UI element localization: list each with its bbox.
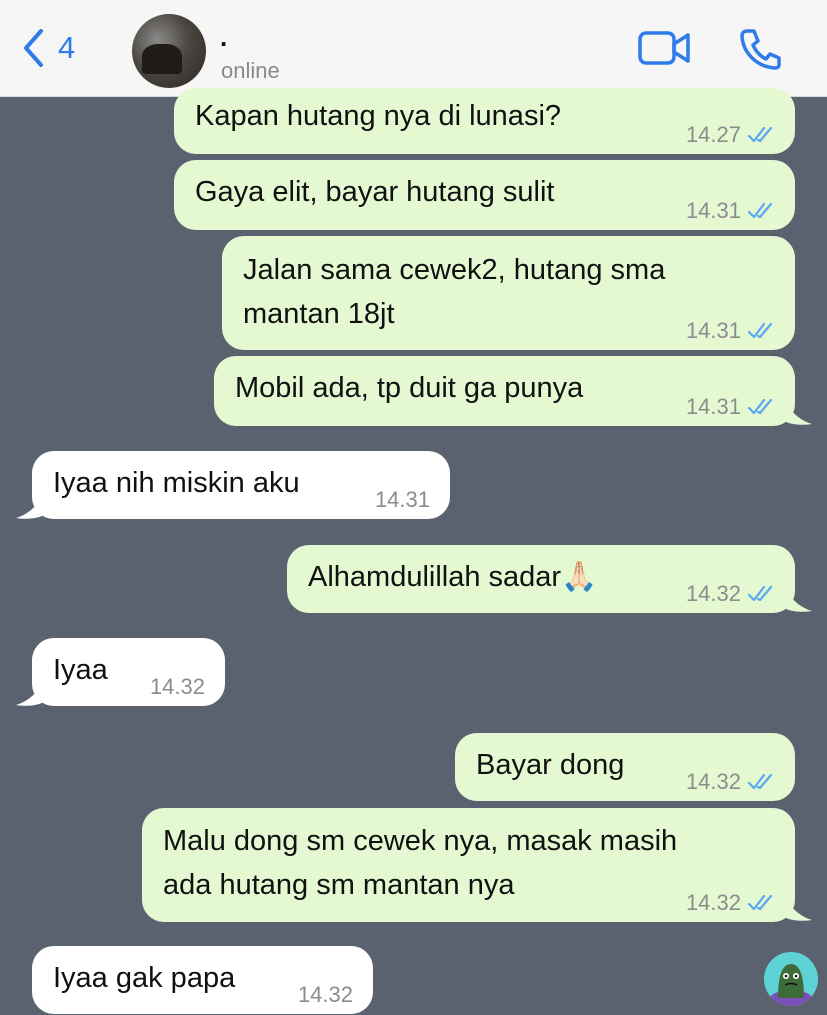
message-text: Alhamdulillah sadar🙏🏻 [308,561,598,593]
contact-name[interactable]: . [220,22,227,53]
message-bubble-outgoing[interactable]: Mobil ada, tp duit ga punya 14.31 [214,356,795,426]
message-meta: 14.27 [686,124,777,146]
message-meta: 14.32 [686,892,777,914]
message-text: Iyaa gak papa [53,962,236,994]
message-text: Mobil ada, tp duit ga punya [235,372,584,404]
message-time: 14.32 [149,674,205,699]
message-meta: 14.32 [150,676,205,698]
message-time: 14.32 [685,581,741,606]
message-text-line-2: ada hutang sm mantan nya [163,869,515,901]
back-chevron-icon [24,29,43,67]
message-meta: 14.32 [298,984,353,1006]
message-meta: 14.31 [686,200,777,222]
message-text-line-1: Jalan sama cewek2, hutang sma [243,254,666,286]
message-text: Iyaa nih miskin aku [53,467,300,499]
message-time: 14.32 [297,982,353,1007]
double-check-icon [747,773,773,790]
message-text-line-1: Malu dong sm cewek nya, masak masih [163,825,678,857]
message-bubble-outgoing[interactable]: Bayar dong 14.32 [455,733,795,801]
message-text: Iyaa [53,654,108,686]
message-time: 14.31 [374,487,430,512]
bubble-tail [16,484,48,519]
sticker-icon [764,952,818,1006]
message-bubble-incoming[interactable]: Iyaa 14.32 [32,638,225,706]
bubble-tail [16,671,48,706]
double-check-icon [747,322,773,339]
message-text: Kapan hutang nya di lunasi? [195,100,562,132]
message-time: 14.31 [685,198,741,223]
message-bubble-outgoing[interactable]: Alhamdulillah sadar🙏🏻 14.32 [287,545,795,613]
message-bubble-incoming[interactable]: Iyaa gak papa 14.32 [32,946,373,1014]
video-call-button[interactable] [638,30,690,71]
message-time: 14.27 [685,122,741,147]
bubble-tail [780,390,812,425]
message-text: Bayar dong [476,749,625,781]
back-button[interactable]: 4 [22,28,75,68]
unread-count: 4 [58,30,76,65]
contact-status: online [221,58,280,83]
avatar[interactable] [132,14,206,88]
message-bubble-incoming[interactable]: Iyaa nih miskin aku 14.31 [32,451,450,519]
video-call-icon [638,31,690,65]
message-text: Gaya elit, bayar hutang sulit [195,176,555,208]
bubble-tail [780,886,812,921]
double-check-icon [747,585,773,602]
message-time: 14.32 [685,890,741,915]
message-bubble-outgoing[interactable]: Jalan sama cewek2, hutang sma mantan 18j… [222,236,795,350]
message-time: 14.32 [685,769,741,794]
voice-call-button[interactable] [738,28,782,75]
message-time: 14.31 [685,318,741,343]
message-meta: 14.31 [686,320,777,342]
double-check-icon [747,202,773,219]
message-meta: 14.32 [686,771,777,793]
message-bubble-outgoing[interactable]: Malu dong sm cewek nya, masak masih ada … [142,808,795,922]
message-meta: 14.31 [686,396,777,418]
double-check-icon [747,894,773,911]
message-meta: 14.31 [375,489,430,511]
double-check-icon [747,126,773,143]
double-check-icon [747,398,773,415]
message-meta: 14.32 [686,583,777,605]
message-bubble-outgoing[interactable]: Gaya elit, bayar hutang sulit 14.31 [174,160,795,230]
bubble-tail [780,577,812,612]
message-time: 14.31 [685,394,741,419]
message-text-line-2: mantan 18jt [243,298,395,330]
chat-header: 4 . online [0,0,827,97]
phone-call-icon [740,29,781,70]
message-bubble-outgoing[interactable]: Kapan hutang nya di lunasi? 14.27 [174,88,795,154]
